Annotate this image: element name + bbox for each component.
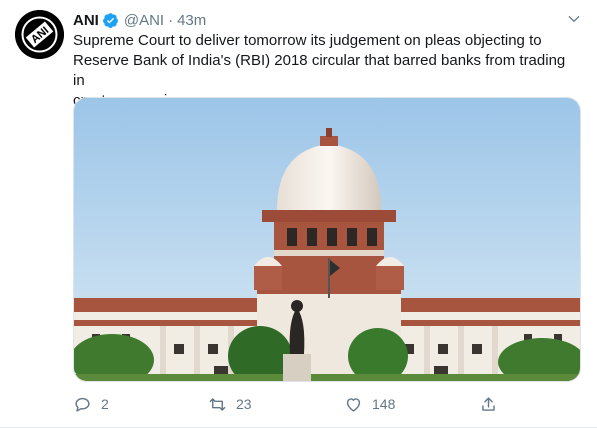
supreme-court-photo [74, 98, 580, 381]
author-name[interactable]: ANI [73, 12, 99, 29]
tweet-timestamp[interactable]: 43m [177, 12, 206, 29]
retweet-button[interactable]: 23 [208, 392, 252, 416]
tweet-image[interactable] [73, 97, 581, 382]
retweet-count: 23 [236, 396, 252, 412]
retweet-icon [209, 397, 226, 411]
ani-logo: ANI [15, 10, 64, 59]
reply-button[interactable]: 2 [73, 392, 109, 416]
like-icon [346, 397, 361, 412]
share-icon [482, 396, 495, 411]
like-count: 148 [372, 396, 396, 412]
avatar[interactable]: ANI [15, 10, 64, 59]
tweet-header: ANI @ANI · 43m [73, 10, 206, 30]
separator-dot: · [168, 11, 174, 29]
reply-icon [75, 397, 90, 412]
chevron-down-icon[interactable] [567, 12, 581, 26]
share-button[interactable] [479, 392, 498, 416]
author-handle[interactable]: @ANI [124, 12, 164, 29]
tweet-actions: 2 23 148 [73, 392, 581, 416]
like-button[interactable]: 148 [344, 392, 395, 416]
reply-count: 2 [101, 396, 109, 412]
verified-badge-icon [102, 12, 118, 28]
